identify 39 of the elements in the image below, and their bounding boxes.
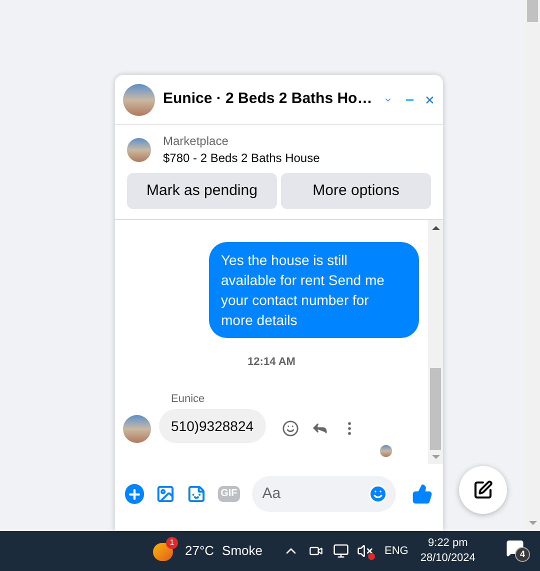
- photo-icon[interactable]: [156, 484, 175, 504]
- scrollbar-thumb[interactable]: [430, 368, 441, 450]
- language-indicator[interactable]: ENG: [384, 542, 408, 560]
- listing-source: Marketplace: [163, 133, 230, 150]
- scrollbar-thumb[interactable]: [527, 0, 538, 22]
- contact-photo: [123, 84, 155, 116]
- volume-muted-icon[interactable]: [356, 543, 373, 559]
- listing-action-button[interactable]: Mark as pending: [127, 173, 277, 209]
- camera-icon[interactable]: [308, 544, 323, 558]
- listing-action-button[interactable]: More options: [281, 173, 431, 209]
- page-scrollbar[interactable]: [525, 0, 540, 531]
- sent-message: Yes the house is still available for rent Send me your contact number for more details: [209, 242, 419, 338]
- listing-photo: [127, 138, 151, 162]
- sticker-icon[interactable]: [186, 484, 206, 504]
- message-input[interactable]: Aa: [262, 482, 368, 506]
- read-receipt-avatar: [380, 445, 392, 457]
- message-field[interactable]: Aa: [252, 476, 396, 512]
- temperature[interactable]: 27°C: [185, 541, 214, 561]
- sender-name: Eunice: [171, 392, 206, 406]
- like-icon[interactable]: [412, 483, 433, 505]
- weather-condition[interactable]: Smoke: [222, 541, 263, 561]
- chat-title[interactable]: Eunice · 2 Beds 2 Baths Ho…: [163, 88, 372, 111]
- message-timestamp: 12:14 AM: [248, 355, 296, 370]
- add-icon[interactable]: [125, 484, 144, 504]
- scroll-down-arrow-icon[interactable]: [528, 521, 536, 525]
- messages-scrollbar[interactable]: [428, 220, 443, 464]
- listing-title: $780 - 2 Beds 2 Baths House: [163, 150, 320, 167]
- new-message-button[interactable]: [459, 466, 507, 514]
- react-icon[interactable]: [282, 420, 299, 436]
- avatar-photo: [123, 415, 151, 443]
- clock-time[interactable]: 9:22 pm: [428, 536, 468, 551]
- received-message: 510)9328824: [159, 409, 266, 443]
- scroll-down-arrow-icon[interactable]: [432, 455, 440, 459]
- compose-icon: [473, 480, 493, 500]
- notification-count: 4: [515, 547, 530, 562]
- clock-date[interactable]: 28/10/2024: [420, 551, 476, 566]
- scroll-up-arrow-icon[interactable]: [432, 226, 440, 230]
- weather-badge: 1: [166, 537, 178, 549]
- emoji-icon[interactable]: [368, 484, 388, 504]
